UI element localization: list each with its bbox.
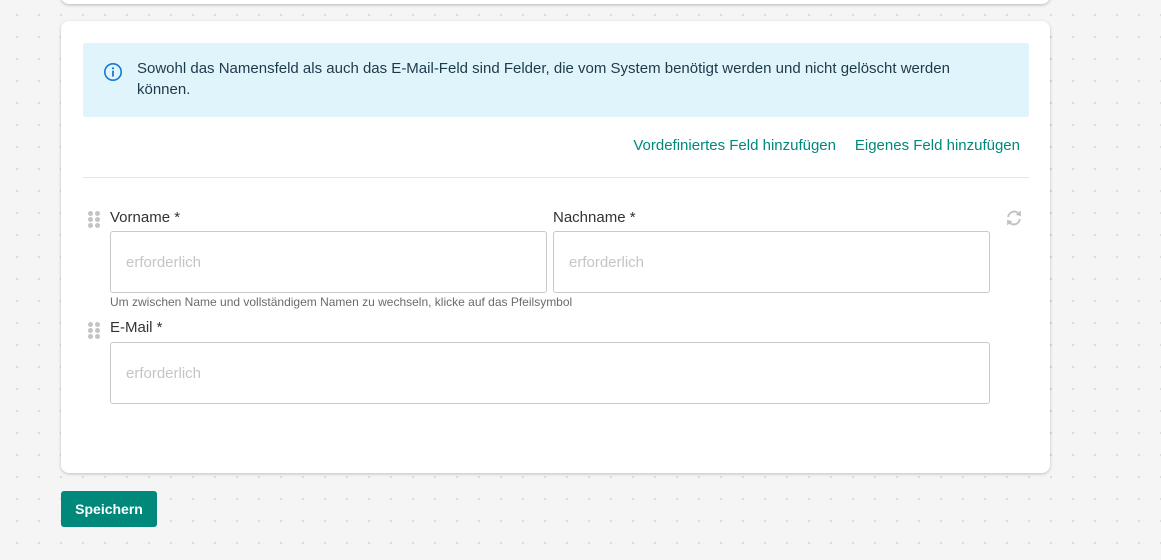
email-input[interactable] <box>110 342 990 404</box>
save-button[interactable]: Speichern <box>61 491 157 527</box>
first-name-input[interactable] <box>110 231 547 293</box>
info-text: Sowohl das Namensfeld als auch das E-Mai… <box>137 60 950 98</box>
first-name-label: Vorname * <box>110 209 181 226</box>
previous-card <box>61 0 1050 4</box>
add-predefined-field-link[interactable]: Vordefiniertes Feld hinzufügen <box>633 137 836 154</box>
name-toggle-hint: Um zwischen Name und vollständigem Namen… <box>110 295 573 309</box>
divider <box>83 177 1029 178</box>
add-custom-field-link[interactable]: Eigenes Feld hinzufügen <box>855 137 1020 154</box>
last-name-label: Nachname * <box>553 209 636 226</box>
last-name-input[interactable] <box>553 231 990 293</box>
fields-card: Sowohl das Namensfeld als auch das E-Mai… <box>61 21 1050 473</box>
info-alert: Sowohl das Namensfeld als auch das E-Mai… <box>83 43 1029 117</box>
refresh-arrows-icon[interactable] <box>1005 209 1023 227</box>
drag-handle-icon[interactable] <box>88 211 100 229</box>
info-circle-icon <box>104 63 122 81</box>
email-label: E-Mail * <box>110 319 163 336</box>
drag-handle-icon[interactable] <box>88 322 100 340</box>
